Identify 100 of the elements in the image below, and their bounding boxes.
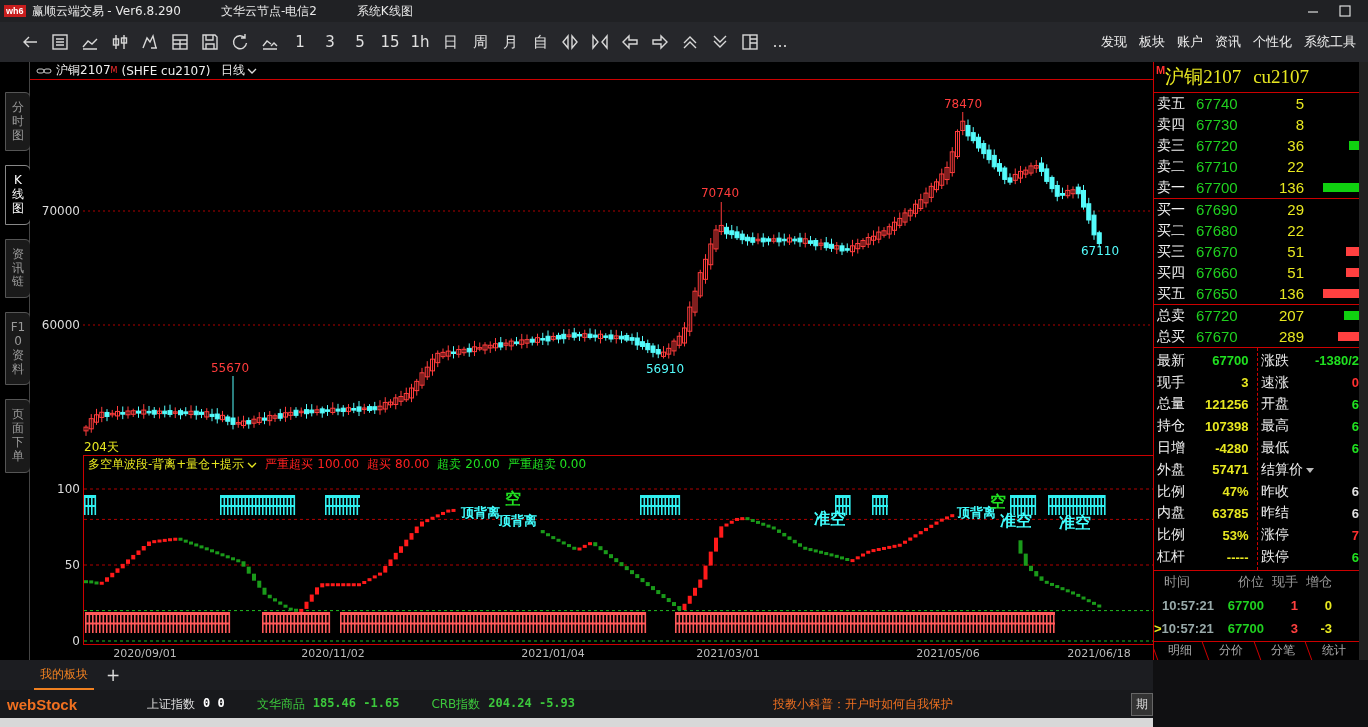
tick-volume: 3 xyxy=(1289,620,1298,636)
tick-change: 0 xyxy=(1323,597,1332,613)
stat-value: 6 xyxy=(1351,549,1359,565)
stat-label: 最高 xyxy=(1259,417,1289,436)
period-button[interactable]: 5 xyxy=(355,33,365,51)
indicator-dropdown[interactable]: 多空单波段-背离+量仓+提示 xyxy=(88,456,258,473)
menu-item[interactable]: 个性化 xyxy=(1253,33,1292,51)
date-label: 2021/06/18 xyxy=(1067,647,1131,660)
date-label: 2021/05/06 xyxy=(916,647,980,660)
stat-value: 6 xyxy=(1351,484,1359,500)
order-volume: 29 xyxy=(1286,201,1304,218)
column-header: 现手 xyxy=(1271,573,1298,592)
stat-label: 总量 xyxy=(1156,395,1185,414)
period-dropdown[interactable]: 日线 xyxy=(220,62,257,79)
axis-label: 50 xyxy=(64,558,80,572)
notice-link[interactable]: 投教小科普：开户时如何自我保护 xyxy=(773,695,954,713)
stat-label: 外盘 xyxy=(1156,460,1185,479)
order-label: 买三 xyxy=(1156,242,1186,261)
side-tab[interactable]: 页面下单 xyxy=(5,399,31,473)
period-button[interactable]: 月 xyxy=(502,32,518,52)
stat-value: 6 xyxy=(1351,440,1359,456)
order-label: 卖二 xyxy=(1156,157,1186,176)
futures-button[interactable]: 期 xyxy=(1131,692,1153,716)
signal-label: 空 xyxy=(505,489,521,508)
period-button[interactable]: 3 xyxy=(325,33,335,51)
row-pointer: > xyxy=(1154,620,1162,636)
period-button[interactable]: 15 xyxy=(380,33,400,51)
stat-value: 6 xyxy=(1351,397,1359,412)
axis-label: 100 xyxy=(57,482,80,496)
period-button[interactable]: 自 xyxy=(532,32,548,52)
stat-label: 内盘 xyxy=(1156,504,1185,523)
add-tab-button[interactable]: + xyxy=(102,660,125,690)
stat-value: 3 xyxy=(1241,375,1250,391)
order-volume: 51 xyxy=(1286,264,1304,281)
side-tab[interactable]: 分时图 xyxy=(5,92,31,152)
index-value: 204.24 -5.93 xyxy=(488,695,576,712)
stat-value: 107398 xyxy=(1205,418,1250,434)
contract-mark-label: M xyxy=(1156,64,1166,76)
price-label: 67110 xyxy=(1080,244,1120,258)
order-label: 卖三 xyxy=(1156,136,1186,155)
settlement-dropdown[interactable]: 结算价 xyxy=(1257,460,1315,479)
order-price: 67670 xyxy=(1196,243,1239,260)
axis-label: 70000 xyxy=(41,204,80,218)
side-tab[interactable]: 资讯链 xyxy=(5,238,31,299)
period-button[interactable]: 1 xyxy=(295,33,305,51)
period-button[interactable]: 周 xyxy=(472,32,488,52)
indicator-param: 严重超买 100.00 xyxy=(265,456,360,473)
stat-label: 昨结 xyxy=(1259,504,1289,523)
stat-value: 57471 xyxy=(1212,462,1250,478)
more-button[interactable]: … xyxy=(772,33,788,51)
column-header: 价位 xyxy=(1237,573,1264,592)
order-volume: 136 xyxy=(1277,179,1304,196)
signal-label: 准空 xyxy=(1059,513,1091,532)
price-label: 55670 xyxy=(210,361,250,375)
indicator-param: 超买 80.00 xyxy=(367,456,430,473)
order-label: 卖四 xyxy=(1156,115,1186,134)
order-price: 67740 xyxy=(1196,95,1239,112)
order-price: 67660 xyxy=(1196,264,1239,281)
tick-time: 10:57:21 xyxy=(1161,597,1215,613)
order-price: 67730 xyxy=(1196,116,1239,133)
order-volume: 22 xyxy=(1286,222,1304,239)
stat-value: 63785 xyxy=(1212,505,1250,521)
stat-label: 比例 xyxy=(1156,482,1185,501)
side-tab[interactable]: F10资料 xyxy=(5,312,31,386)
index-value: 0 0 xyxy=(203,695,225,712)
menu-item[interactable]: 板块 xyxy=(1139,33,1165,51)
stat-label: 最低 xyxy=(1259,439,1289,458)
menu-item[interactable]: 发现 xyxy=(1101,33,1127,51)
price-label: 70740 xyxy=(700,186,740,200)
order-volume: 22 xyxy=(1286,158,1304,175)
stat-label: 涨停 xyxy=(1259,526,1289,545)
order-volume: 36 xyxy=(1286,137,1304,154)
signal-label: 准空 xyxy=(814,509,846,528)
menu-item[interactable]: 账户 xyxy=(1177,33,1203,51)
view-title: 系统K线图 xyxy=(356,2,413,20)
tick-price: 67700 xyxy=(1226,597,1264,613)
contract-name: 沪铜2107 xyxy=(1165,65,1242,89)
order-price: 67670 xyxy=(1196,328,1239,345)
stat-value: 47% xyxy=(1222,484,1250,500)
order-volume: 136 xyxy=(1277,285,1304,302)
order-price: 67710 xyxy=(1196,158,1239,175)
order-label: 买一 xyxy=(1156,200,1186,219)
side-tab[interactable]: K线图 xyxy=(5,165,31,225)
order-price: 67680 xyxy=(1196,222,1239,239)
date-label: 2020/11/02 xyxy=(301,647,365,660)
date-label: 2021/03/01 xyxy=(696,647,760,660)
index-name: 文华商品 xyxy=(256,695,305,713)
period-button[interactable]: 1h xyxy=(410,33,430,51)
contract-code: cu2107 xyxy=(1253,66,1310,88)
tick-change: -3 xyxy=(1319,620,1332,636)
column-header: 时间 xyxy=(1163,573,1191,592)
menu-item[interactable]: 资讯 xyxy=(1215,33,1241,51)
date-label: 2021/01/04 xyxy=(521,647,585,660)
order-label: 总卖 xyxy=(1156,306,1186,325)
order-price: 67720 xyxy=(1196,137,1239,154)
period-button[interactable]: 日 xyxy=(442,32,458,52)
price-label: 78470 xyxy=(943,97,983,111)
menu-item[interactable]: 系统工具 xyxy=(1304,33,1356,51)
contract-name: 沪铜2107 xyxy=(56,62,111,79)
stat-value: -4280 xyxy=(1215,440,1250,456)
